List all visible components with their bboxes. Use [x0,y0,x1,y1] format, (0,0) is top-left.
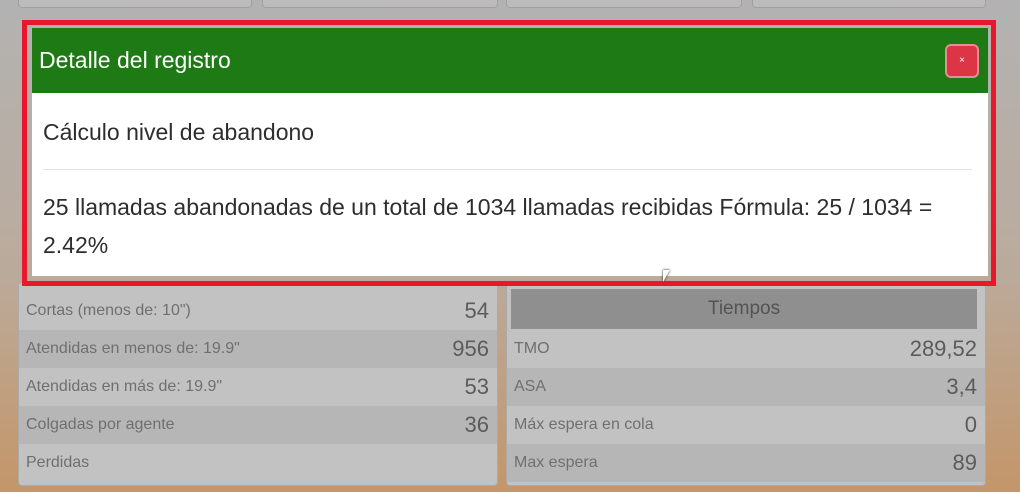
highlight-frame [22,20,996,286]
mouse-cursor-icon [663,270,670,282]
